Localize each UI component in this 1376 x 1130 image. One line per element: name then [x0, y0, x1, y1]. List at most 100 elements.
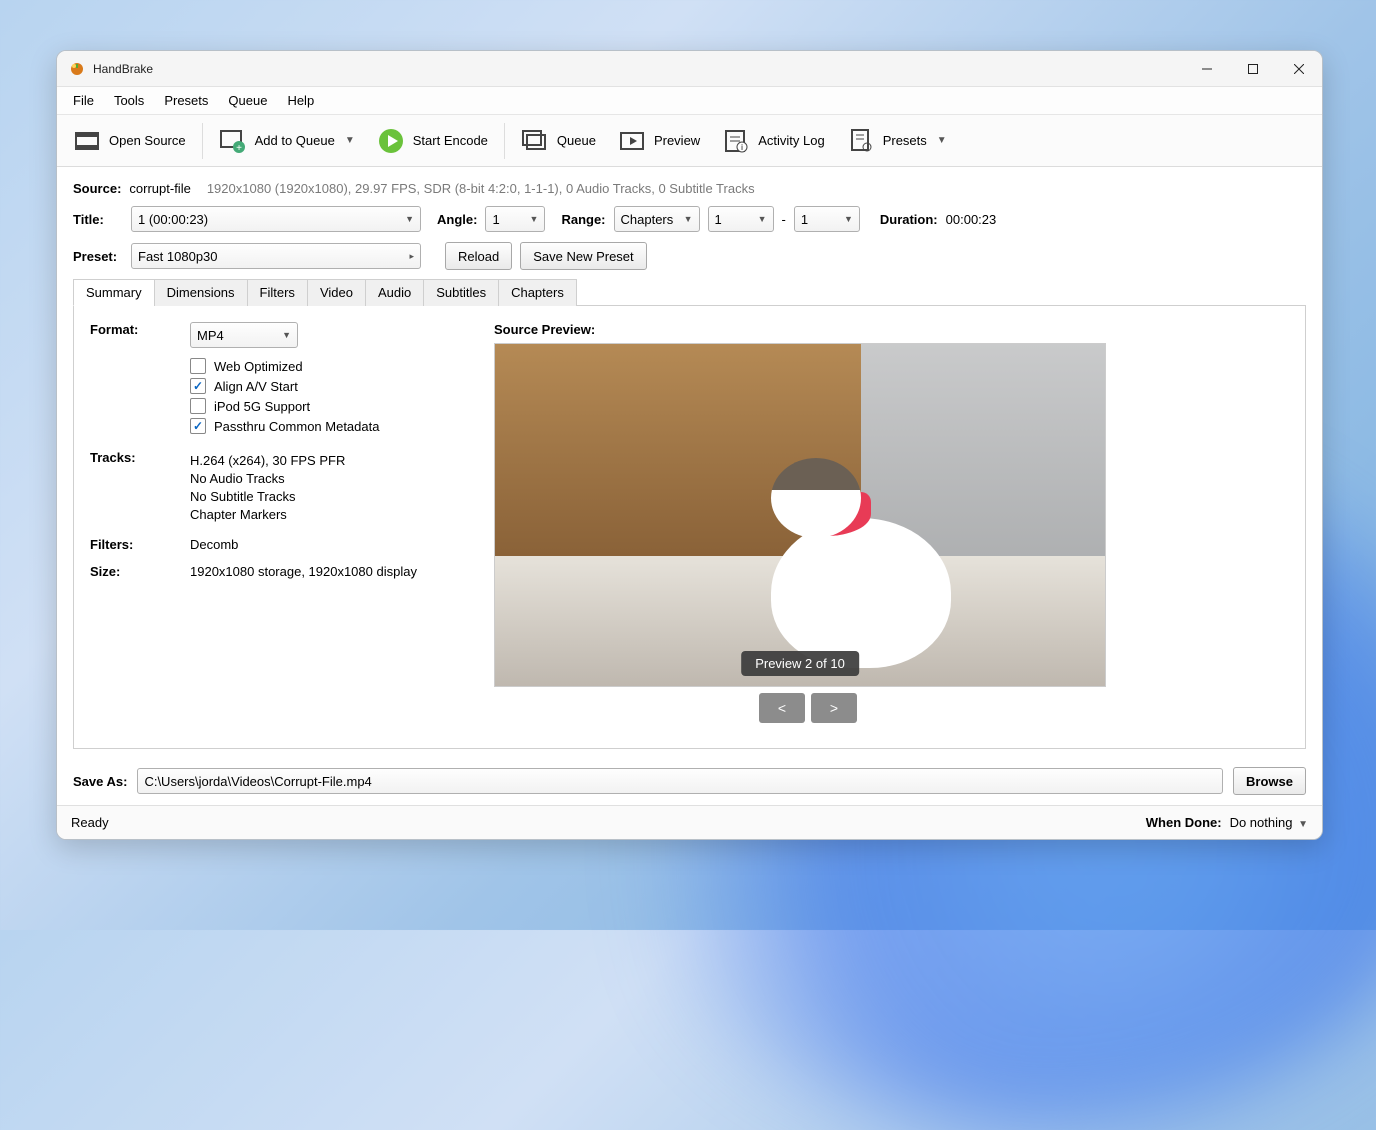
- source-row: Source: corrupt-file 1920x1080 (1920x108…: [73, 181, 1306, 196]
- title-label: Title:: [73, 212, 123, 227]
- toolbar: Open Source + Add to Queue ▼ Start Encod…: [57, 115, 1322, 167]
- film-icon: [73, 127, 101, 155]
- menubar: File Tools Presets Queue Help: [57, 87, 1322, 115]
- range-from: 1: [715, 212, 722, 227]
- range-from-select[interactable]: 1▼: [708, 206, 774, 232]
- chevron-down-icon: ▼: [684, 214, 693, 224]
- start-encode-button[interactable]: Start Encode: [367, 121, 498, 161]
- content-area: Source: corrupt-file 1920x1080 (1920x108…: [57, 167, 1322, 278]
- track-line: Chapter Markers: [190, 507, 470, 522]
- menu-help[interactable]: Help: [279, 90, 322, 111]
- titlebar: HandBrake: [57, 51, 1322, 87]
- chevron-right-icon: ▸: [409, 251, 414, 262]
- app-icon: [69, 61, 85, 77]
- size-label: Size:: [90, 564, 180, 579]
- reload-button[interactable]: Reload: [445, 242, 512, 270]
- open-source-button[interactable]: Open Source: [63, 121, 196, 161]
- source-label: Source:: [73, 181, 121, 196]
- passthru-meta-label: Passthru Common Metadata: [214, 419, 379, 434]
- checkbox-icon: [190, 418, 206, 434]
- tab-video[interactable]: Video: [307, 279, 366, 306]
- range-to: 1: [801, 212, 808, 227]
- title-row: Title: 1 (00:00:23)▼ Angle: 1▼ Range: Ch…: [73, 206, 1306, 232]
- maximize-button[interactable]: [1230, 51, 1276, 87]
- status-ready: Ready: [71, 815, 109, 830]
- format-select[interactable]: MP4 ▼: [190, 322, 298, 348]
- checkbox-icon: [190, 398, 206, 414]
- toolbar-separator: [504, 123, 505, 159]
- save-as-label: Save As:: [73, 774, 127, 789]
- when-done-select[interactable]: Do nothing ▼: [1230, 815, 1308, 830]
- track-line: No Subtitle Tracks: [190, 489, 470, 504]
- queue-label: Queue: [557, 133, 596, 148]
- checkbox-icon: [190, 378, 206, 394]
- save-new-preset-button[interactable]: Save New Preset: [520, 242, 646, 270]
- duration-value: 00:00:23: [946, 212, 997, 227]
- chevron-down-icon: ▼: [1298, 819, 1308, 830]
- preview-nav: < >: [759, 693, 1289, 723]
- add-to-queue-button[interactable]: + Add to Queue ▼: [209, 121, 365, 161]
- range-to-select[interactable]: 1▼: [794, 206, 860, 232]
- preset-value: Fast 1080p30: [138, 249, 218, 264]
- format-value: MP4: [197, 328, 224, 343]
- svg-text:+: +: [236, 143, 242, 154]
- tabs: Summary Dimensions Filters Video Audio S…: [73, 278, 1306, 306]
- save-as-input[interactable]: [137, 768, 1223, 794]
- queue-button[interactable]: Queue: [511, 121, 606, 161]
- preview-next-button[interactable]: >: [811, 693, 857, 723]
- preview-icon: [618, 127, 646, 155]
- size-value: 1920x1080 storage, 1920x1080 display: [190, 564, 470, 579]
- title-value: 1 (00:00:23): [138, 212, 208, 227]
- passthru-meta-checkbox[interactable]: Passthru Common Metadata: [190, 418, 470, 434]
- web-optimized-label: Web Optimized: [214, 359, 303, 374]
- filters-value: Decomb: [190, 537, 470, 552]
- align-av-checkbox[interactable]: Align A/V Start: [190, 378, 470, 394]
- duration-label: Duration:: [880, 212, 938, 227]
- menu-queue[interactable]: Queue: [220, 90, 275, 111]
- range-mode-select[interactable]: Chapters▼: [614, 206, 700, 232]
- track-line: H.264 (x264), 30 FPS PFR: [190, 453, 470, 468]
- open-source-label: Open Source: [109, 133, 186, 148]
- source-name: corrupt-file: [129, 181, 190, 196]
- tab-subtitles[interactable]: Subtitles: [423, 279, 499, 306]
- chevron-down-icon: ▼: [282, 330, 291, 340]
- browse-button[interactable]: Browse: [1233, 767, 1306, 795]
- preview-button[interactable]: Preview: [608, 121, 710, 161]
- close-button[interactable]: [1276, 51, 1322, 87]
- angle-label: Angle:: [437, 212, 477, 227]
- chevron-down-icon: ▼: [530, 214, 539, 224]
- source-preview-image: Preview 2 of 10: [494, 343, 1106, 687]
- tab-audio[interactable]: Audio: [365, 279, 424, 306]
- tab-chapters[interactable]: Chapters: [498, 279, 577, 306]
- web-optimized-checkbox[interactable]: Web Optimized: [190, 358, 470, 374]
- presets-button[interactable]: Presets ▼: [837, 121, 957, 161]
- tab-filters[interactable]: Filters: [247, 279, 308, 306]
- activity-log-button[interactable]: i Activity Log: [712, 121, 834, 161]
- tab-summary[interactable]: Summary: [73, 279, 155, 306]
- play-icon: [377, 127, 405, 155]
- checkbox-icon: [190, 358, 206, 374]
- tracks-label: Tracks:: [90, 450, 180, 525]
- handbrake-window: HandBrake File Tools Presets Queue Help …: [56, 50, 1323, 840]
- filters-label: Filters:: [90, 537, 180, 552]
- cat-illustration: [751, 448, 971, 668]
- menu-tools[interactable]: Tools: [106, 90, 152, 111]
- chevron-down-icon: ▼: [758, 214, 767, 224]
- menu-presets[interactable]: Presets: [156, 90, 216, 111]
- minimize-button[interactable]: [1184, 51, 1230, 87]
- preset-label: Preset:: [73, 249, 123, 264]
- menu-file[interactable]: File: [65, 90, 102, 111]
- tab-dimensions[interactable]: Dimensions: [154, 279, 248, 306]
- angle-select[interactable]: 1▼: [485, 206, 545, 232]
- preset-select[interactable]: Fast 1080p30 ▸: [131, 243, 421, 269]
- presets-label: Presets: [883, 133, 927, 148]
- when-done-label: When Done:: [1146, 815, 1222, 830]
- format-label: Format:: [90, 322, 180, 438]
- start-encode-label: Start Encode: [413, 133, 488, 148]
- ipod-5g-checkbox[interactable]: iPod 5G Support: [190, 398, 470, 414]
- preview-column: Source Preview: Preview 2 of 10 < >: [494, 322, 1289, 732]
- chevron-down-icon: ▼: [937, 135, 947, 146]
- preview-prev-button[interactable]: <: [759, 693, 805, 723]
- title-select[interactable]: 1 (00:00:23)▼: [131, 206, 421, 232]
- source-meta: 1920x1080 (1920x1080), 29.97 FPS, SDR (8…: [207, 181, 755, 196]
